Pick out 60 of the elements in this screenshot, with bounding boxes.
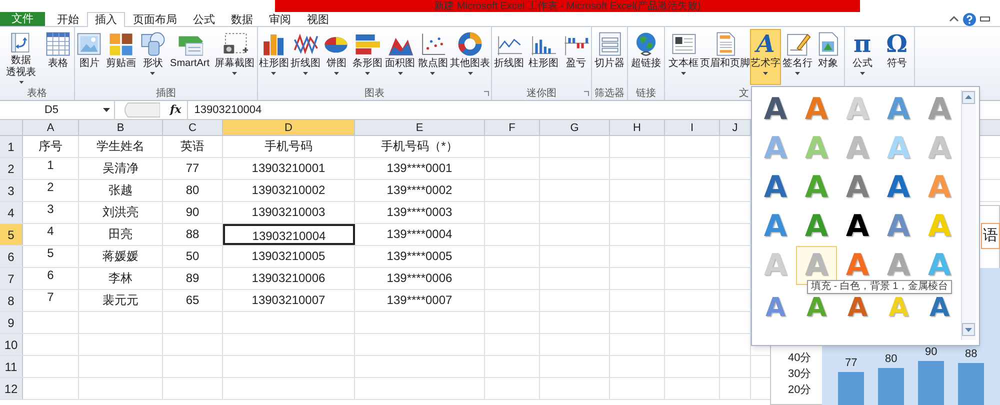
table-cell: 139****0004 xyxy=(355,224,485,245)
group-label: 链接 xyxy=(636,88,656,100)
table-cell: 张越 xyxy=(79,180,163,201)
data-label: 90 xyxy=(925,346,938,358)
table-cell: 裴元元 xyxy=(79,290,163,311)
table-cell: 139****0002 xyxy=(355,180,485,201)
table-cell: 65 xyxy=(163,290,223,311)
table-cell: 手机号码 xyxy=(223,136,355,157)
table-cell: 刘洪亮 xyxy=(79,202,163,223)
data-label: 88 xyxy=(965,348,978,360)
group-label: 图表 xyxy=(364,88,384,100)
table-cell: 4 xyxy=(23,221,79,245)
group-label: 筛选器 xyxy=(594,88,624,100)
table-cell: 13903210005 xyxy=(223,246,355,267)
selected-cell: 13903210004 xyxy=(223,224,355,245)
table-cell: 2 xyxy=(23,177,79,201)
data-label: 77 xyxy=(845,357,858,369)
table-cell: 139****0003 xyxy=(355,202,485,223)
table-cell: 李林 xyxy=(79,268,163,289)
table-cell: 吴清净 xyxy=(79,158,163,179)
table-cell: 89 xyxy=(163,268,223,289)
table-cell: 50 xyxy=(163,246,223,267)
table-cell: 蒋媛媛 xyxy=(79,246,163,267)
table-cell: 13903210007 xyxy=(223,290,355,311)
tooltip: 填充 - 白色，背景 1，金属棱台 xyxy=(807,280,952,294)
axis-label: 30分 xyxy=(788,368,812,380)
table-cell: 13903210003 xyxy=(223,202,355,223)
table-cell: 5 xyxy=(23,243,79,267)
table-cell: 13903210001 xyxy=(223,158,355,179)
table-cell: 77 xyxy=(163,158,223,179)
group-label: 插图 xyxy=(156,88,176,100)
table-cell: 1 xyxy=(23,155,79,179)
table-cell: 序号 xyxy=(23,136,79,157)
table-cell: 13903210006 xyxy=(223,268,355,289)
table-cell: 139****0007 xyxy=(355,290,485,311)
table-cell: 139****0005 xyxy=(355,246,485,267)
data-label: 80 xyxy=(885,353,898,365)
group-label: 文 xyxy=(739,88,749,100)
group-label: 迷你图 xyxy=(526,88,556,100)
axis-label: 40分 xyxy=(788,352,812,364)
table-cell: 手机号码（*） xyxy=(355,136,485,157)
table-cell: 7 xyxy=(23,287,79,311)
table-cell: 139****0001 xyxy=(355,158,485,179)
glyph-icon: π xyxy=(853,30,872,58)
table-cell: 80 xyxy=(163,180,223,201)
table-cell: 田亮 xyxy=(79,224,163,245)
table-cell: 6 xyxy=(23,265,79,289)
table-cell: 13903210002 xyxy=(223,180,355,201)
table-cell: 139****0006 xyxy=(355,268,485,289)
glyph-icon: A xyxy=(756,30,775,58)
window-title: 新建 Microsoft Excel 工作表 - Microsoft Excel(产品激活失败) xyxy=(434,1,701,12)
table-cell: 88 xyxy=(163,224,223,245)
table-cell: 90 xyxy=(163,202,223,223)
table-cell: 英语 xyxy=(163,136,223,157)
chart-title: 语 xyxy=(981,223,1000,249)
axis-label: 20分 xyxy=(788,384,812,396)
table-cell: 学生姓名 xyxy=(79,136,163,157)
group-label: 表格 xyxy=(27,88,47,100)
table-cell: 3 xyxy=(23,199,79,223)
glyph-icon: Ω xyxy=(886,30,908,58)
